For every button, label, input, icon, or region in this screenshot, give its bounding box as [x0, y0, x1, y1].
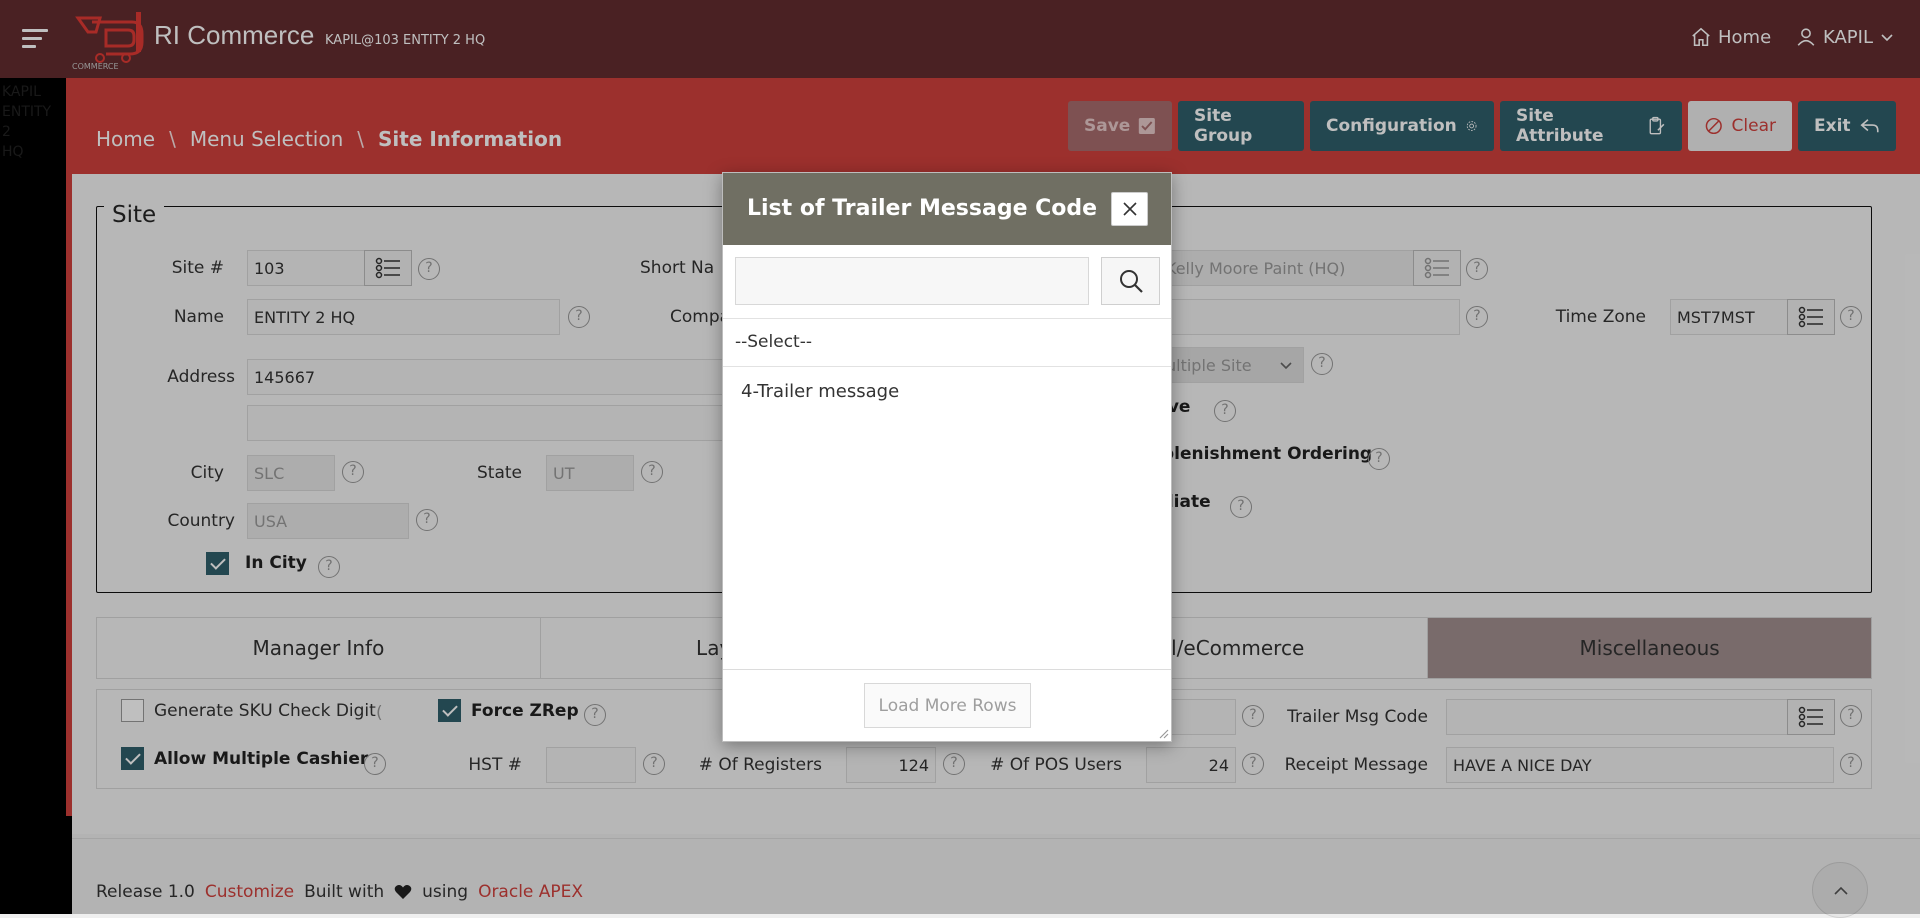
- dialog-search-button[interactable]: [1101, 257, 1160, 305]
- resize-handle-icon[interactable]: [1157, 727, 1169, 739]
- dialog-close-button[interactable]: [1111, 192, 1148, 226]
- search-icon: [1119, 270, 1143, 293]
- list-item[interactable]: 4-Trailer message: [741, 381, 899, 402]
- trailer-message-dialog: List of Trailer Message Code --Select-- …: [722, 172, 1172, 742]
- close-icon: [1122, 202, 1137, 216]
- dialog-header: List of Trailer Message Code: [723, 173, 1171, 245]
- dialog-title: List of Trailer Message Code: [747, 196, 1098, 221]
- dialog-search-input[interactable]: [735, 257, 1089, 305]
- dialog-divider: [723, 669, 1171, 670]
- dialog-select-option[interactable]: --Select--: [735, 332, 812, 352]
- dialog-divider: [723, 318, 1171, 319]
- dialog-divider: [723, 366, 1171, 367]
- load-more-rows-button[interactable]: Load More Rows: [864, 683, 1031, 728]
